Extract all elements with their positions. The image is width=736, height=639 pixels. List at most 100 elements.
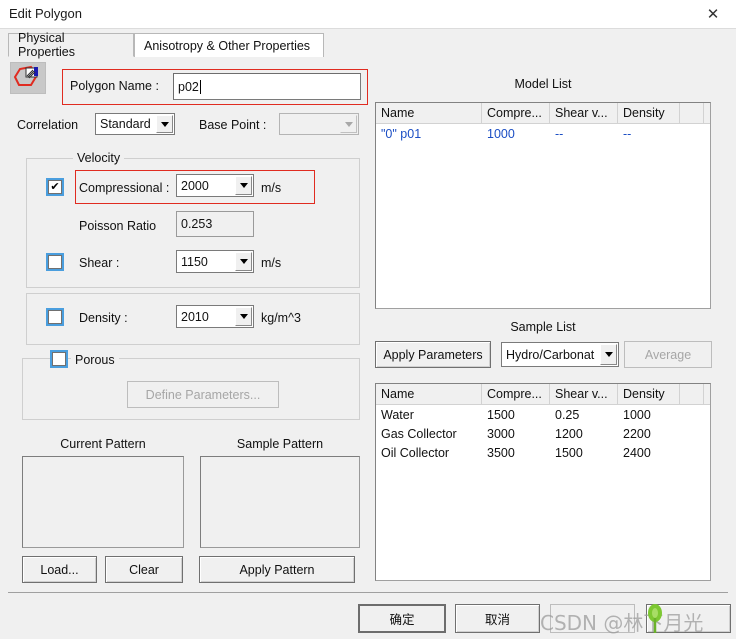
sample-col-shear[interactable]: Shear v... (550, 384, 618, 404)
tab-anisotropy-other-properties[interactable]: Anisotropy & Other Properties (134, 33, 324, 57)
porous-group-legend: Porous (71, 353, 119, 367)
model-col-extra[interactable] (680, 103, 704, 123)
footer-divider (8, 592, 728, 593)
tab-physical-properties[interactable]: Physical Properties (8, 31, 134, 59)
model-col-name[interactable]: Name (376, 103, 482, 123)
correlation-value: Standard (100, 117, 151, 131)
cell-extra (680, 405, 704, 424)
table-row[interactable]: "0" p01 1000 -- -- (376, 124, 710, 143)
sample-pattern-pane[interactable] (200, 456, 360, 548)
compressional-label: Compressional : (79, 181, 170, 195)
density-checkbox[interactable] (46, 308, 64, 326)
sample-col-extra[interactable] (680, 384, 704, 404)
chevron-down-icon[interactable] (600, 344, 617, 365)
cell-extra (680, 443, 704, 462)
table-row[interactable]: Water 1500 0.25 1000 (376, 405, 710, 424)
table-row[interactable]: Gas Collector 3000 1200 2200 (376, 424, 710, 443)
checkbox-empty-icon (52, 352, 66, 366)
cell-name: "0" p01 (381, 126, 422, 141)
polygon-name-input[interactable]: p02 (173, 73, 361, 100)
define-parameters-button[interactable]: Define Parameters... (127, 381, 279, 408)
cell-shear: 1500 (555, 445, 583, 460)
cell-shear: 0.25 (555, 407, 580, 422)
sample-category-select[interactable]: Hydro/Carbonat (501, 342, 619, 367)
title-bar: Edit Polygon ✕ (0, 0, 736, 29)
cell-compressional: 1000 (487, 126, 515, 141)
clear-pattern-button[interactable]: Clear (105, 556, 183, 583)
cell-extra (680, 124, 704, 143)
current-pattern-pane[interactable] (22, 456, 184, 548)
cell-compressional: 3500 (487, 445, 515, 460)
shear-unit: m/s (261, 256, 282, 270)
checkbox-check-icon: ✔ (48, 180, 62, 194)
text-caret (199, 79, 201, 94)
compressional-select[interactable]: 2000 (176, 174, 254, 197)
correlation-label: Correlation (17, 118, 79, 132)
density-value: 2010 (181, 309, 209, 324)
velocity-group-legend: Velocity (73, 151, 125, 165)
base-point-label: Base Point : (199, 118, 267, 132)
polygon-name-value: p02 (178, 79, 199, 94)
porous-checkbox[interactable] (50, 350, 68, 368)
density-unit: kg/m^3 (261, 311, 301, 325)
cell-shear: -- (555, 126, 564, 141)
poisson-ratio-field: 0.253 (176, 211, 254, 237)
chevron-down-icon[interactable] (235, 176, 252, 195)
chevron-down-icon[interactable] (156, 115, 173, 133)
base-point-select[interactable] (279, 113, 359, 135)
model-col-shear[interactable]: Shear v... (550, 103, 618, 123)
tab-label: Anisotropy & Other Properties (144, 38, 311, 53)
table-row[interactable]: Oil Collector 3500 1500 2400 (376, 443, 710, 462)
cell-compressional: 3000 (487, 426, 515, 441)
apply-button[interactable] (550, 604, 635, 633)
sample-col-name[interactable]: Name (376, 384, 482, 404)
apply-parameters-button[interactable]: Apply Parameters (375, 341, 491, 368)
model-col-density[interactable]: Density (618, 103, 680, 123)
sample-col-density[interactable]: Density (618, 384, 680, 404)
sample-pattern-title: Sample Pattern (236, 437, 324, 451)
checkbox-empty-icon (48, 310, 62, 324)
clear-pattern-label: Clear (129, 562, 159, 577)
load-pattern-label: Load... (40, 562, 79, 577)
density-label: Density : (79, 311, 128, 325)
shear-value: 1150 (181, 254, 208, 269)
model-list[interactable]: Name Compre... Shear v... Density "0" p0… (375, 102, 711, 309)
compressional-checkbox[interactable]: ✔ (46, 178, 64, 196)
chevron-down-icon[interactable] (235, 252, 252, 271)
shear-select[interactable]: 1150 (176, 250, 254, 273)
close-icon[interactable]: ✕ (690, 0, 736, 28)
apply-pattern-label: Apply Pattern (239, 562, 315, 577)
sample-list-title: Sample List (510, 320, 576, 334)
apply-parameters-label: Apply Parameters (383, 347, 483, 362)
cell-name: Water (381, 407, 414, 422)
cell-compressional: 1500 (487, 407, 515, 422)
sample-list[interactable]: Name Compre... Shear v... Density Water … (375, 383, 711, 581)
average-button[interactable]: Average (624, 341, 712, 368)
density-select[interactable]: 2010 (176, 305, 254, 328)
ok-button[interactable]: 确定 (358, 604, 446, 633)
cancel-label: 取消 (484, 613, 510, 627)
cell-density: 2200 (623, 426, 651, 441)
compressional-value: 2000 (181, 178, 209, 193)
cell-name: Oil Collector (381, 445, 450, 460)
sample-category-value: Hydro/Carbonat (506, 347, 595, 362)
cancel-button[interactable]: 取消 (455, 604, 540, 633)
cell-extra (680, 424, 704, 443)
define-parameters-label: Define Parameters... (145, 387, 261, 402)
chevron-down-icon[interactable] (235, 307, 252, 326)
model-list-header: Name Compre... Shear v... Density (376, 103, 710, 124)
model-col-compressional[interactable]: Compre... (482, 103, 550, 123)
poisson-ratio-label: Poisson Ratio (79, 219, 157, 233)
sample-col-compressional[interactable]: Compre... (482, 384, 550, 404)
window-title: Edit Polygon (9, 6, 82, 21)
average-label: Average (644, 347, 692, 362)
shear-label: Shear : (79, 256, 120, 270)
ok-label: 确定 (389, 613, 415, 627)
current-pattern-title: Current Pattern (60, 437, 146, 451)
cell-name: Gas Collector (381, 426, 457, 441)
shear-checkbox[interactable] (46, 253, 64, 271)
apply-pattern-button[interactable]: Apply Pattern (199, 556, 355, 583)
correlation-select[interactable]: Standard (95, 113, 175, 135)
polygon-name-label: Polygon Name : (70, 79, 159, 93)
load-pattern-button[interactable]: Load... (22, 556, 97, 583)
